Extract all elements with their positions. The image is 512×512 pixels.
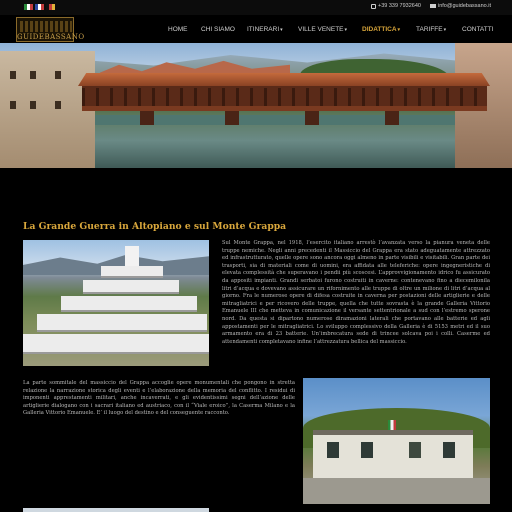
nav-item-itinerari[interactable]: ITINERARI▾	[247, 26, 283, 33]
nav-item-contatti[interactable]: CONTATTI	[462, 26, 494, 33]
bridge-pier	[225, 111, 239, 125]
nav-label: VILLE VENETE	[298, 26, 344, 33]
bridge-posts	[82, 88, 487, 106]
bridge-pier	[140, 111, 154, 125]
nav-label: ITINERARI	[247, 26, 280, 33]
nav-item-chi-siamo[interactable]: CHI SIAMO	[201, 26, 235, 33]
window	[443, 442, 455, 458]
barracks-photo	[303, 378, 490, 504]
paragraph-1: Sul Monte Grappa, nel 1918, l’esercito i…	[222, 240, 490, 345]
window	[10, 101, 16, 109]
flag-de-icon[interactable]	[46, 4, 55, 10]
window	[361, 442, 373, 458]
chevron-down-icon: ▾	[397, 27, 401, 33]
next-photo	[23, 508, 209, 512]
chevron-down-icon: ▾	[280, 27, 283, 33]
paragraph-2: La parte sommitale del massiccio del Gra…	[23, 380, 295, 417]
door	[409, 442, 421, 458]
top-bar: +39 339 7932640 info@guidebassano.it	[0, 0, 512, 15]
nav-label: TARIFFE	[416, 26, 443, 33]
bridge-pier	[385, 111, 399, 125]
memorial-tier	[61, 296, 197, 312]
flag-fr-icon[interactable]	[35, 4, 44, 10]
flag-icon	[388, 420, 396, 430]
memorial-tier	[37, 314, 207, 332]
memorial-tower	[125, 246, 139, 268]
chevron-down-icon: ▾	[344, 27, 348, 33]
window	[55, 71, 61, 79]
nav-item-ville-venete[interactable]: VILLE VENETE▾	[298, 26, 347, 33]
nav-label: CHI SIAMO	[201, 26, 235, 33]
logo-mark-icon	[20, 21, 72, 32]
email-address: info@guidebassano.it	[438, 3, 491, 9]
window	[30, 71, 36, 79]
language-selector	[24, 4, 55, 10]
memorial-tier	[23, 334, 209, 354]
email-link[interactable]: info@guidebassano.it	[430, 3, 491, 9]
road	[303, 478, 490, 504]
building-left	[0, 51, 95, 168]
bridge-roof	[78, 73, 490, 86]
logo-text: GUIDEBASSANO	[17, 33, 85, 41]
chevron-down-icon: ▾	[443, 27, 447, 33]
nav-item-home[interactable]: HOME	[168, 26, 188, 33]
memorial-tier	[101, 266, 163, 278]
phone-icon	[371, 3, 376, 9]
memorial-tier	[83, 280, 179, 294]
memorial-photo	[23, 240, 209, 366]
nav-label: CONTATTI	[462, 26, 494, 33]
section-title: La Grande Guerra in Altopiano e sul Mont…	[23, 221, 287, 232]
window	[327, 442, 339, 458]
phone-link[interactable]: +39 339 7932640	[371, 3, 421, 9]
window	[55, 101, 61, 109]
nav-item-didattica[interactable]: DIDATTICA▾	[362, 26, 400, 33]
nav-item-tariffe[interactable]: TARIFFE▾	[416, 26, 446, 33]
window	[10, 71, 16, 79]
window	[30, 101, 36, 109]
nav-label: HOME	[168, 26, 188, 33]
phone-number: +39 339 7932640	[378, 3, 421, 9]
bridge-pier	[305, 111, 319, 125]
site-logo[interactable]: GUIDEBASSANO	[16, 17, 85, 42]
envelope-icon	[430, 4, 436, 8]
nav-label: DIDATTICA	[362, 26, 397, 33]
flag-it-icon[interactable]	[24, 4, 33, 10]
